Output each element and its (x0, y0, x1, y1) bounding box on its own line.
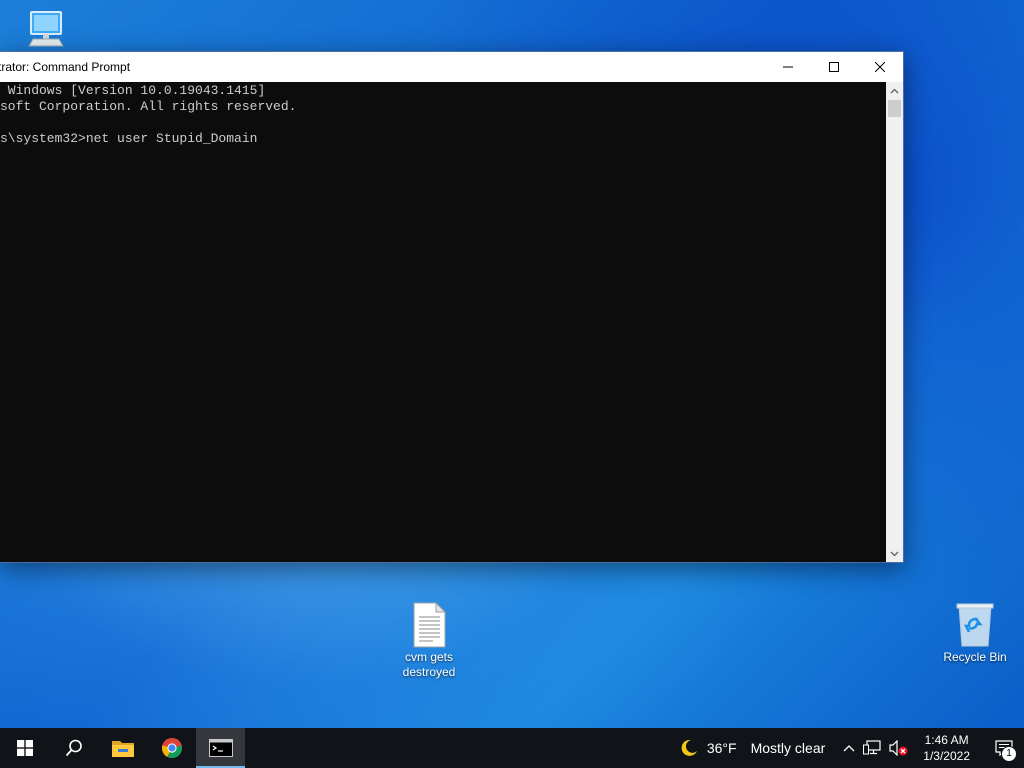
chevron-down-icon (890, 551, 899, 556)
desktop-icon-recycle-bin[interactable]: Recycle Bin (934, 602, 1016, 665)
clock-time: 1:46 AM (924, 733, 969, 747)
window-controls (765, 52, 903, 82)
maximize-icon (829, 62, 839, 72)
command-prompt-icon (208, 739, 233, 757)
show-hidden-icons-button[interactable] (839, 728, 859, 768)
system-tray: 36°F Mostly clear 1:46 AM 1/3/2022 1 (679, 728, 1024, 768)
network-button[interactable] (859, 728, 885, 768)
window-titlebar[interactable]: trator: Command Prompt (0, 52, 903, 82)
start-button[interactable] (0, 728, 49, 768)
scroll-thumb[interactable] (888, 100, 901, 117)
close-icon (875, 62, 885, 72)
console-line: soft Corporation. All rights reserved. (0, 99, 297, 114)
desktop-icon-this-pc[interactable] (0, 8, 82, 54)
minimize-icon (783, 66, 793, 68)
chrome-button[interactable] (147, 728, 196, 768)
close-button[interactable] (857, 52, 903, 82)
chevron-up-icon (843, 745, 855, 752)
window-title: trator: Command Prompt (0, 60, 131, 74)
vertical-scrollbar[interactable] (886, 82, 903, 562)
recycle-bin-icon (956, 603, 994, 647)
search-icon (65, 739, 82, 757)
network-icon (863, 740, 881, 755)
desktop-icon-text-file[interactable]: cvm gets destroyed (388, 602, 470, 680)
desktop-icon-label: Recycle Bin (943, 650, 1007, 664)
weather-temperature: 36°F (706, 740, 737, 756)
windows-logo-icon (16, 740, 33, 756)
folder-icon (111, 741, 134, 757)
weather-condition: Mostly clear (750, 740, 826, 756)
minimize-button[interactable] (765, 52, 811, 82)
clock-date: 1/3/2022 (923, 749, 970, 763)
computer-icon (28, 11, 64, 47)
command-prompt-taskbar-button[interactable] (196, 728, 245, 768)
scroll-up-button[interactable] (886, 82, 903, 99)
console-line: Windows [Version 10.0.19043.1415] (0, 83, 266, 98)
volume-muted-icon (889, 740, 908, 756)
console-line: s\system32>net user Stupid_Domain (0, 131, 258, 146)
volume-button[interactable] (885, 728, 913, 768)
console-output[interactable]: Windows [Version 10.0.19043.1415] soft C… (0, 82, 886, 562)
weather-widget[interactable]: 36°F Mostly clear (679, 728, 839, 768)
action-center-button[interactable]: 1 (984, 728, 1024, 768)
text-document-icon (413, 602, 447, 648)
moon-icon (681, 739, 697, 756)
chevron-up-icon (890, 88, 899, 93)
search-button[interactable] (49, 728, 98, 768)
maximize-button[interactable] (811, 52, 857, 82)
scroll-down-button[interactable] (886, 545, 903, 562)
chrome-icon (161, 737, 182, 759)
file-explorer-button[interactable] (98, 728, 147, 768)
command-prompt-window[interactable]: trator: Command Prompt Windows [Version … (0, 51, 904, 563)
taskbar: 36°F Mostly clear 1:46 AM 1/3/2022 1 (0, 728, 1024, 768)
desktop-icon-label: cvm gets destroyed (402, 650, 456, 679)
clock[interactable]: 1:46 AM 1/3/2022 (923, 732, 970, 764)
notification-count-badge: 1 (1001, 746, 1017, 762)
